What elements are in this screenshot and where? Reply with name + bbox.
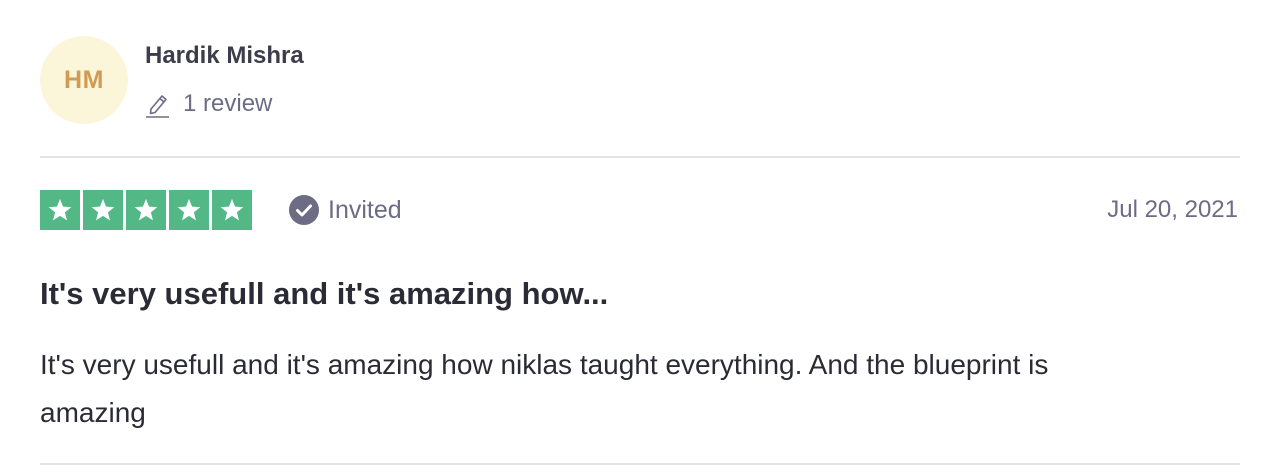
divider	[40, 156, 1240, 158]
review-count-label: 1 review	[183, 90, 273, 117]
review-date: Jul 20, 2021	[1107, 196, 1238, 223]
divider	[40, 463, 1240, 465]
consumer-name[interactable]: Hardik Mishra	[145, 42, 304, 70]
consumer-info: HM Hardik Mishra 1 review	[40, 36, 1240, 126]
star-rating	[40, 190, 252, 230]
avatar-initials: HM	[64, 65, 104, 94]
avatar[interactable]: HM	[40, 36, 128, 124]
review-body: It's very usefull and it's amazing how n…	[40, 349, 1049, 428]
review-count: 1 review	[145, 90, 272, 118]
star-icon	[83, 190, 123, 230]
invited-label: Invited	[328, 195, 402, 224]
check-circle-icon	[289, 195, 319, 225]
star-icon	[126, 190, 166, 230]
star-icon	[169, 190, 209, 230]
rating-row: Invited Jul 20, 2021	[40, 190, 1240, 230]
star-icon	[40, 190, 80, 230]
pencil-icon	[146, 95, 169, 118]
star-icon	[212, 190, 252, 230]
review-title[interactable]: It's very usefull and it's amazing how..…	[40, 276, 608, 312]
review-card: HM Hardik Mishra 1 review Invited Jul 20…	[40, 0, 1240, 474]
invited-badge[interactable]: Invited	[288, 194, 402, 226]
